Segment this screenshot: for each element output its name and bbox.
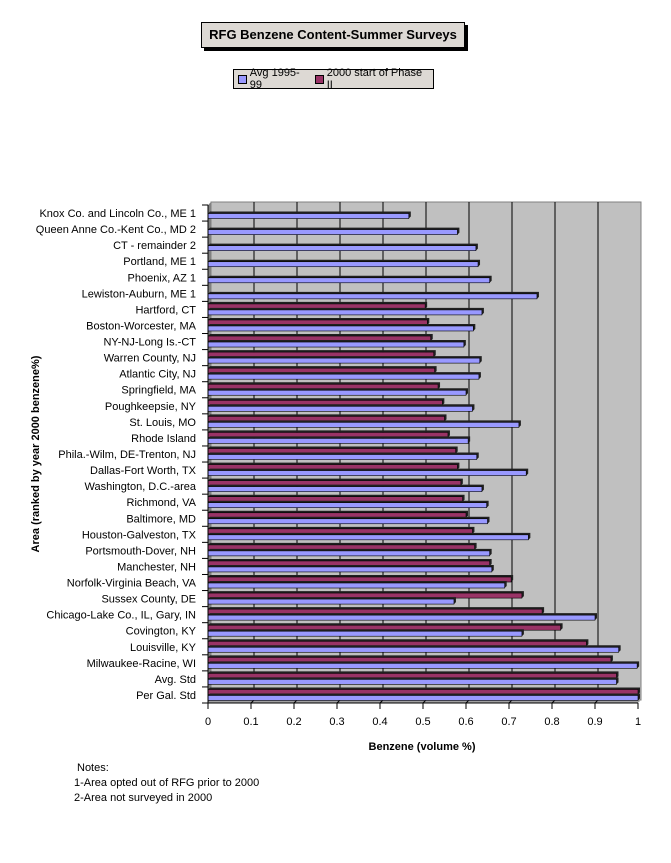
notes: Notes: 1-Area opted out of RFG prior to …	[74, 761, 259, 806]
y-tick-label: Houston-Galveston, TX	[82, 529, 197, 541]
y-tick-label: Milwaukee-Racine, WI	[87, 658, 196, 670]
bar-avg-1995-99	[207, 438, 469, 444]
bar-avg-1995-99	[207, 325, 474, 332]
y-tick-label: Rhode Island	[131, 433, 196, 445]
bar-avg-1995-99	[207, 389, 467, 396]
bar-avg-1995-99	[207, 277, 490, 284]
bar-avg-1995-99	[207, 646, 619, 653]
x-tick-label: 0.8	[544, 716, 559, 728]
x-tick-label: 0.2	[286, 716, 301, 728]
y-tick-label: Richmond, VA	[127, 497, 197, 509]
bar-avg-1995-99	[207, 470, 527, 476]
bar-avg-1995-99	[207, 550, 490, 557]
y-tick-label: Avg. Std	[155, 674, 196, 686]
x-tick-label: 0.9	[587, 716, 602, 728]
x-tick-label: 1	[635, 716, 641, 728]
y-tick-label: Per Gal. Std	[136, 690, 196, 702]
bar-avg-1995-99	[207, 341, 465, 348]
y-tick-label: Manchester, NH	[117, 561, 196, 573]
y-tick-label: Dallas-Fort Worth, TX	[90, 465, 197, 477]
bar-avg-1995-99	[207, 534, 529, 541]
x-tick-label: 0.6	[458, 716, 473, 728]
bar-avg-1995-99	[207, 598, 455, 605]
y-tick-label: CT - remainder 2	[113, 240, 196, 252]
bar-avg-1995-99	[207, 502, 487, 508]
notes-heading: Notes:	[77, 762, 109, 774]
bar-avg-1995-99	[207, 373, 480, 380]
x-tick-label: 0	[205, 716, 211, 728]
note-line: 1-Area opted out of RFG prior to 2000	[74, 777, 260, 789]
bar-avg-1995-99	[207, 663, 638, 669]
bar-avg-1995-99	[207, 261, 479, 268]
y-axis-label: Area (ranked by year 2000 benzene%)	[30, 355, 42, 552]
bar-avg-1995-99	[207, 679, 617, 685]
bar-avg-1995-99	[207, 695, 639, 701]
x-tick-label: 0.4	[372, 716, 387, 728]
bar-avg-1995-99	[207, 245, 477, 251]
y-tick-label: NY-NJ-Long Is.-CT	[103, 337, 196, 349]
y-tick-label: Phila.-Wilm, DE-Trenton, NJ	[58, 449, 196, 461]
bar-chart: 0 0.1 0.2 0.3 0.4 0.5 0.6 0.7 0.8 0.9 1 Knox Co. an…	[30, 201, 642, 753]
x-axis-label: Benzene (volume %)	[369, 741, 476, 753]
bar-avg-1995-99	[207, 309, 483, 316]
x-tick-label: 0.1	[243, 716, 258, 728]
y-tick-label: Louisville, KY	[130, 642, 197, 654]
y-tick-label: Chicago-Lake Co., IL, Gary, IN	[46, 610, 196, 622]
x-tick-label: 0.7	[501, 716, 516, 728]
y-tick-label: Warren County, NJ	[104, 353, 196, 365]
y-tick-label: Washington, D.C.-area	[85, 481, 197, 493]
y-tick-label: Covington, KY	[126, 626, 197, 638]
y-tick-label: Phoenix, AZ 1	[128, 272, 197, 284]
bar-avg-1995-99	[207, 454, 478, 460]
y-tick-label: Springfield, MA	[121, 385, 196, 397]
y-tick-label: Portland, ME 1	[123, 256, 196, 268]
bar-avg-1995-99	[207, 630, 523, 637]
y-tick-label: Atlantic City, NJ	[119, 369, 196, 381]
y-tick-label: Knox Co. and Lincoln Co., ME 1	[39, 208, 196, 220]
y-tick-label: Lewiston-Auburn, ME 1	[82, 288, 196, 300]
bar-avg-1995-99	[207, 518, 488, 525]
bar-avg-1995-99	[207, 293, 538, 300]
bar-avg-1995-99	[207, 422, 520, 428]
bar-avg-1995-99	[207, 406, 473, 412]
y-tick-label: Norfolk-Virginia Beach, VA	[67, 578, 197, 590]
bar-avg-1995-99	[207, 614, 596, 621]
y-tick-label: Boston-Worcester, MA	[86, 320, 196, 332]
y-tick-label: Portsmouth-Dover, NH	[85, 545, 196, 557]
note-line: 2-Area not surveyed in 2000	[74, 792, 213, 804]
y-tick-label: Poughkeepsie, NY	[105, 401, 197, 413]
bar-avg-1995-99	[207, 213, 410, 219]
x-tick-label: 0.5	[415, 716, 430, 728]
x-tick-label: 0.3	[329, 716, 344, 728]
y-tick-label: Hartford, CT	[135, 304, 196, 316]
bar-avg-1995-99	[207, 582, 506, 589]
y-tick-label: St. Louis, MO	[129, 417, 196, 429]
y-tick-label: Baltimore, MD	[126, 513, 196, 525]
bar-avg-1995-99	[207, 229, 458, 235]
bar-avg-1995-99	[207, 486, 483, 492]
bar-avg-1995-99	[207, 357, 481, 364]
y-tick-label: Sussex County, DE	[101, 594, 196, 606]
y-tick-label: Queen Anne Co.-Kent Co., MD 2	[36, 224, 196, 236]
bar-avg-1995-99	[207, 566, 493, 573]
